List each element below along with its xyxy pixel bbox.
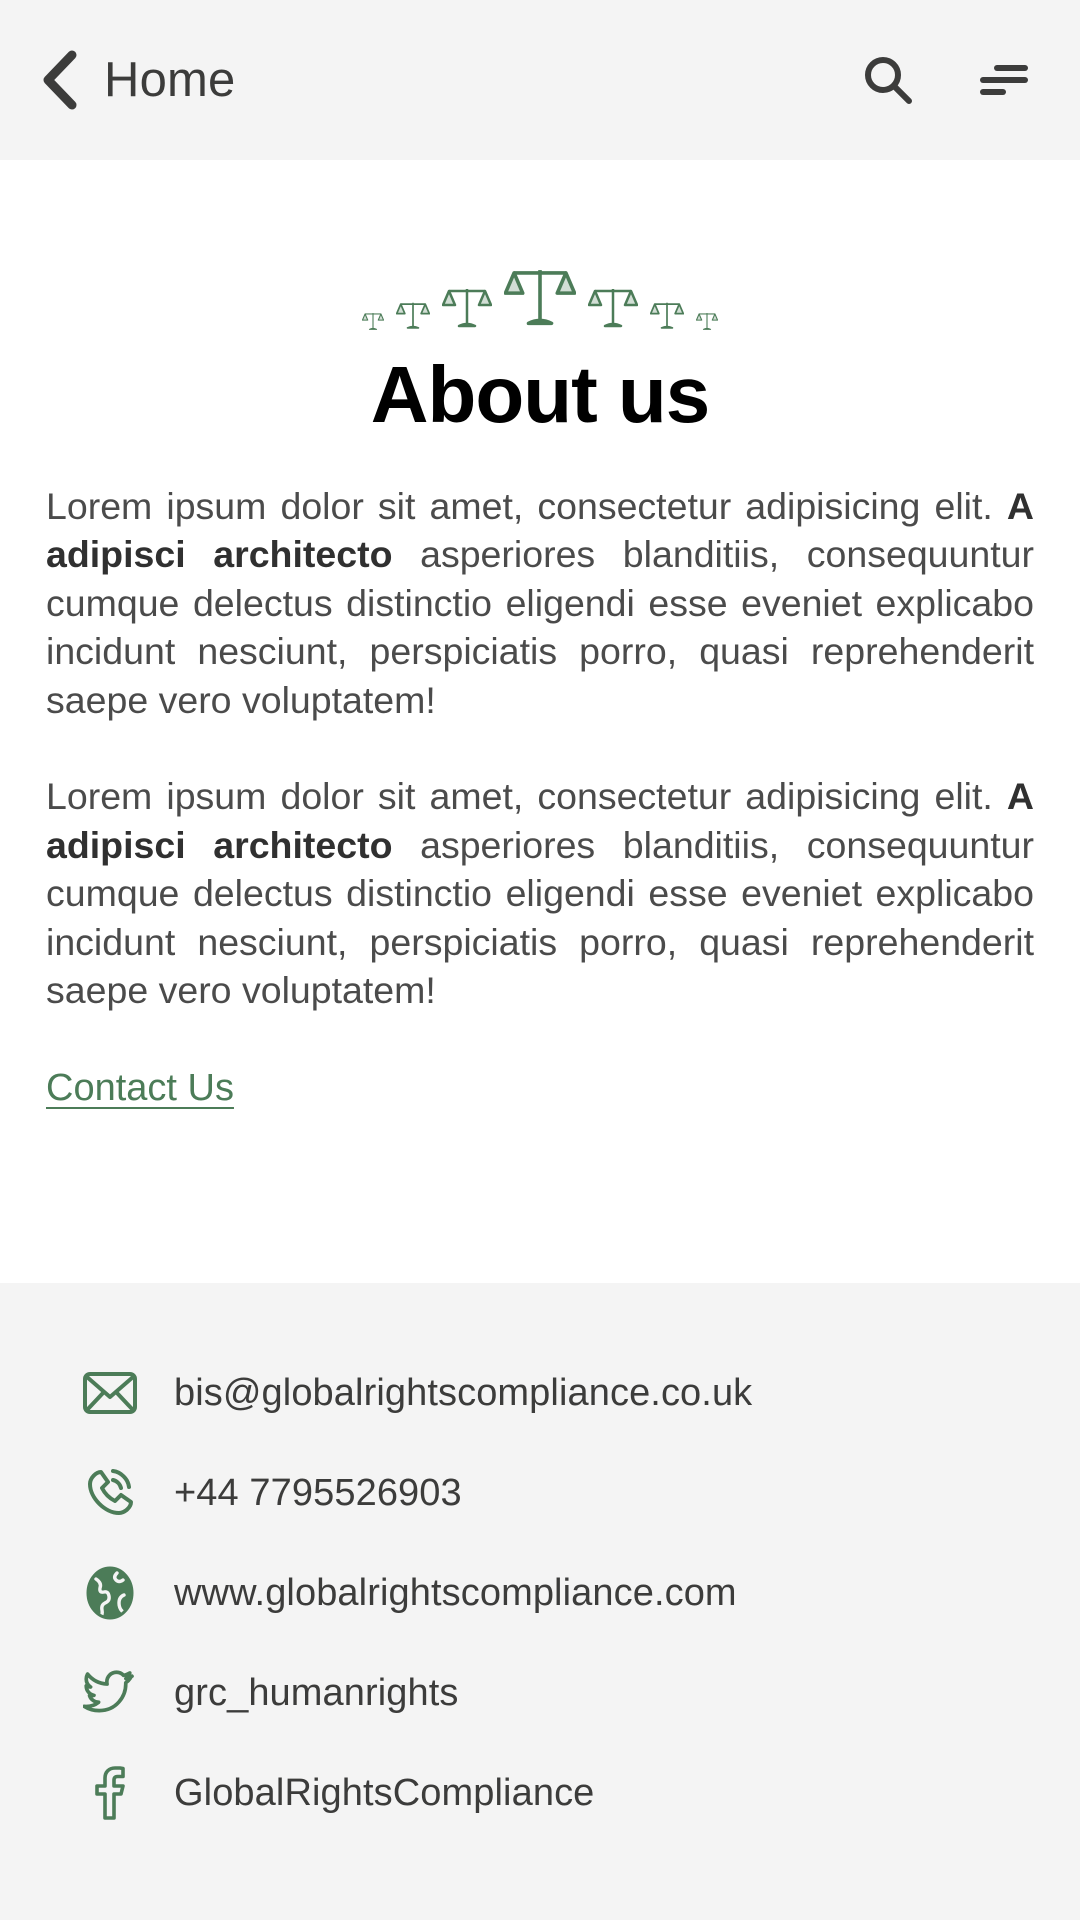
contact-row-twitter[interactable]: grc_humanrights xyxy=(46,1643,1034,1743)
search-button[interactable] xyxy=(858,50,918,110)
contact-value-email: bis@globalrightscompliance.co.uk xyxy=(174,1371,753,1414)
contact-value-phone: +44 7795526903 xyxy=(174,1471,462,1514)
paragraph-2-lead: Lorem ipsum dolor sit amet, consectetur … xyxy=(46,775,1007,818)
scales-of-justice-icon xyxy=(650,302,684,329)
about-us-screen: Home About us Lorem ipsum dolor sit amet… xyxy=(0,0,1080,1920)
header-actions xyxy=(858,50,1034,110)
paragraph-1-lead: Lorem ipsum dolor sit amet, consectetur … xyxy=(46,484,1007,527)
app-header: Home xyxy=(0,0,1080,160)
hamburger-menu-icon xyxy=(980,65,1028,95)
back-to-home-button[interactable]: Home xyxy=(38,50,236,110)
scales-of-justice-icon xyxy=(504,270,576,326)
scales-of-justice-icon xyxy=(588,289,638,328)
contact-value-twitter: grc_humanrights xyxy=(174,1671,459,1714)
scales-of-justice-icon xyxy=(696,313,718,330)
contact-value-website: www.globalrightscompliance.com xyxy=(174,1571,737,1614)
contact-link-container: Contact Us xyxy=(46,1067,1034,1110)
contact-value-facebook: GlobalRightsCompliance xyxy=(174,1771,595,1814)
page-title: About us xyxy=(370,350,711,439)
contact-row-email[interactable]: bis@globalrightscompliance.co.uk xyxy=(46,1343,1034,1443)
globe-icon xyxy=(46,1565,174,1621)
scales-of-justice-icon xyxy=(442,289,492,328)
back-label: Home xyxy=(104,52,236,107)
about-paragraph-2: Lorem ipsum dolor sit amet, consectetur … xyxy=(46,772,1034,1015)
contact-us-link[interactable]: Contact Us xyxy=(46,1067,234,1110)
email-icon xyxy=(46,1371,174,1415)
phone-icon xyxy=(46,1466,174,1520)
contact-row-facebook[interactable]: GlobalRightsCompliance xyxy=(46,1743,1034,1843)
contact-row-phone[interactable]: +44 7795526903 xyxy=(46,1443,1034,1543)
contact-row-website[interactable]: www.globalrightscompliance.com xyxy=(46,1543,1034,1643)
chevron-left-icon xyxy=(38,50,82,110)
scales-decoration-strip xyxy=(46,212,1034,332)
menu-button[interactable] xyxy=(974,50,1034,110)
main-content: About us Lorem ipsum dolor sit amet, con… xyxy=(0,160,1080,1283)
scales-of-justice-icon xyxy=(396,302,430,329)
about-paragraph-1: Lorem ipsum dolor sit amet, consectetur … xyxy=(46,482,1034,725)
twitter-icon xyxy=(46,1668,174,1718)
scales-of-justice-icon xyxy=(362,313,384,330)
search-icon xyxy=(865,57,912,104)
facebook-icon xyxy=(46,1765,174,1821)
footer-contact-list: bis@globalrightscompliance.co.uk +44 779… xyxy=(0,1283,1080,1920)
